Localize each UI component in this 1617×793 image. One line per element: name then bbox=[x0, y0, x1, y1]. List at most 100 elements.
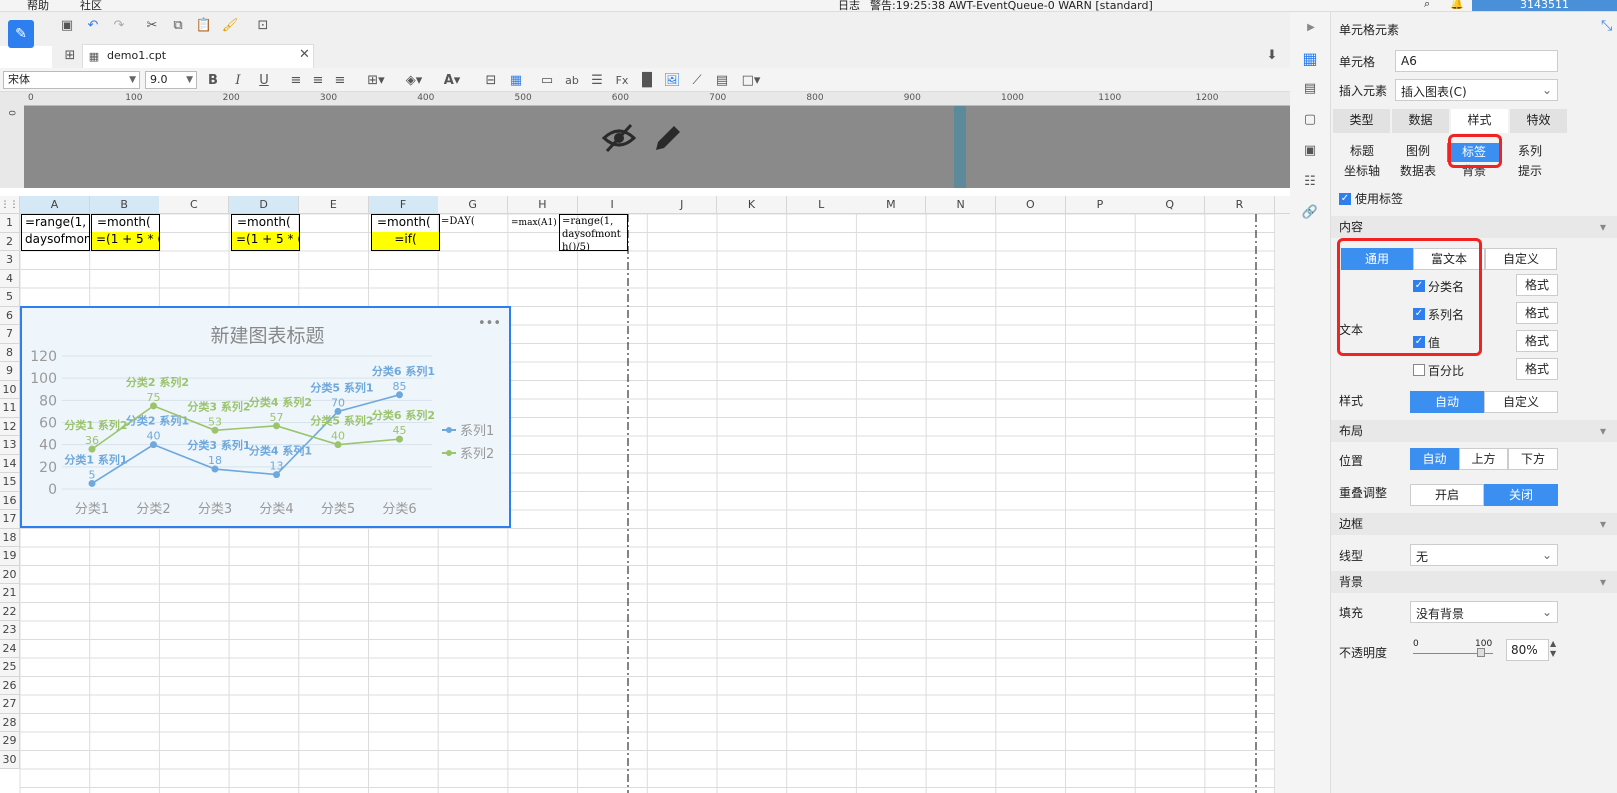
row-header-26[interactable]: 26 bbox=[0, 676, 20, 695]
format-brush-icon[interactable]: 🖌 bbox=[221, 16, 239, 34]
background-header[interactable]: 背景 bbox=[1331, 571, 1617, 593]
column-header-e[interactable]: E bbox=[298, 196, 369, 214]
overlap-on-button[interactable]: 开启 bbox=[1410, 484, 1484, 506]
cell-d1[interactable]: =month( bbox=[231, 214, 300, 232]
column-header-m[interactable]: M bbox=[856, 196, 927, 214]
cell-field[interactable]: A6 bbox=[1395, 50, 1558, 72]
cell-g1[interactable]: =DAY( bbox=[441, 216, 510, 232]
subtab-title[interactable]: 标题 bbox=[1335, 143, 1389, 162]
row-header-15[interactable]: 15 bbox=[0, 473, 20, 492]
font-family-select[interactable]: 宋体 ▼ bbox=[3, 71, 140, 89]
element-icon[interactable]: ▢ bbox=[1300, 109, 1320, 129]
category-name-format-button[interactable]: 格式 bbox=[1516, 274, 1558, 296]
condition-icon[interactable]: ▤ bbox=[1300, 78, 1320, 98]
select-all-corner[interactable]: ⋮⋮ bbox=[0, 196, 20, 214]
opacity-slider-handle[interactable] bbox=[1477, 648, 1485, 657]
row-header-30[interactable]: 30 bbox=[0, 750, 20, 769]
align-left-icon[interactable]: ≡ bbox=[287, 71, 305, 89]
image-icon[interactable]: 🖼 bbox=[663, 71, 681, 89]
content-tab-custom[interactable]: 自定义 bbox=[1485, 248, 1557, 270]
list-icon[interactable]: ☷ bbox=[1300, 171, 1320, 191]
cell-d2[interactable]: =(1 + 5 * ( bbox=[231, 232, 300, 251]
column-header-l[interactable]: L bbox=[786, 196, 857, 214]
font-size-select[interactable]: 9.0 ▼ bbox=[145, 71, 197, 89]
shape-icon[interactable]: □▾ bbox=[738, 71, 764, 89]
cut-icon[interactable]: ✂ bbox=[143, 16, 161, 34]
subreport-icon[interactable]: ▤ bbox=[713, 71, 731, 89]
bell-icon[interactable]: 🔔 bbox=[1450, 0, 1464, 10]
content-header[interactable]: 内容 bbox=[1331, 216, 1617, 238]
cell-b1[interactable]: =month( bbox=[91, 214, 160, 232]
cell-attr-icon[interactable]: ▦ bbox=[1300, 48, 1320, 68]
legend-entry[interactable]: 系列2 bbox=[460, 447, 494, 462]
row-header-23[interactable]: 23 bbox=[0, 621, 20, 640]
percent-format-button[interactable]: 格式 bbox=[1516, 358, 1558, 380]
underline-icon[interactable]: U bbox=[255, 71, 273, 89]
rich-text-icon[interactable]: ☰ bbox=[588, 71, 606, 89]
legend-entry[interactable]: 系列1 bbox=[460, 424, 494, 439]
column-header-b[interactable]: B bbox=[89, 196, 160, 214]
row-header-22[interactable]: 22 bbox=[0, 602, 20, 621]
cell-i1[interactable]: =range(1, daysofmont h()/5) bbox=[559, 214, 628, 251]
border-header[interactable]: 边框 bbox=[1331, 513, 1617, 535]
align-right-icon[interactable]: ≡ bbox=[331, 71, 349, 89]
subtab-tooltip[interactable]: 提示 bbox=[1503, 163, 1557, 182]
user-id-badge[interactable]: 3143511 bbox=[1472, 0, 1617, 11]
row-header-20[interactable]: 20 bbox=[0, 565, 20, 584]
column-header-d[interactable]: D bbox=[229, 196, 300, 214]
column-header-j[interactable]: J bbox=[647, 196, 718, 214]
row-header-3[interactable]: 3 bbox=[0, 251, 20, 270]
position-auto-button[interactable]: 自动 bbox=[1410, 448, 1459, 470]
cell-b2[interactable]: =(1 + 5 * ( bbox=[91, 232, 160, 251]
edit-pencil-icon[interactable] bbox=[652, 122, 684, 154]
cell-h1[interactable]: =max(A1) bbox=[511, 218, 559, 234]
use-label-checkbox[interactable]: ✓ bbox=[1339, 193, 1351, 205]
column-header-p[interactable]: P bbox=[1065, 196, 1136, 214]
italic-icon[interactable]: I bbox=[229, 71, 247, 89]
row-header-25[interactable]: 25 bbox=[0, 658, 20, 677]
undo-icon[interactable]: ↶ bbox=[84, 16, 102, 34]
linetype-select[interactable]: 无 ⌄ bbox=[1410, 544, 1558, 566]
row-header-24[interactable]: 24 bbox=[0, 639, 20, 658]
font-color-icon[interactable]: A▾ bbox=[438, 71, 466, 89]
column-header-q[interactable]: Q bbox=[1135, 196, 1206, 214]
value-format-button[interactable]: 格式 bbox=[1516, 330, 1558, 352]
tab-data[interactable]: 数据 bbox=[1392, 109, 1449, 133]
menu-community[interactable]: 社区 bbox=[80, 0, 102, 11]
cell-a2[interactable]: daysofmon bbox=[21, 232, 90, 251]
column-header-k[interactable]: K bbox=[717, 196, 787, 214]
subtab-series[interactable]: 系列 bbox=[1503, 143, 1557, 162]
opacity-stepper[interactable]: ▲ ▼ bbox=[1550, 639, 1556, 659]
column-header-n[interactable]: N bbox=[926, 196, 997, 214]
align-center-icon[interactable]: ≡ bbox=[309, 71, 327, 89]
log-link[interactable]: 日志 bbox=[838, 0, 860, 11]
save-icon[interactable]: ▣ bbox=[58, 16, 76, 34]
tab-style[interactable]: 样式 bbox=[1451, 109, 1508, 133]
merge-icon[interactable]: ▭ bbox=[538, 71, 556, 89]
tab-type[interactable]: 类型 bbox=[1333, 109, 1390, 133]
column-header-g[interactable]: G bbox=[438, 196, 509, 214]
row-header-16[interactable]: 16 bbox=[0, 491, 20, 510]
close-icon[interactable]: ✕ bbox=[299, 47, 310, 62]
border-icon[interactable]: ⊞▾ bbox=[362, 71, 390, 89]
column-header-a[interactable]: A bbox=[20, 196, 90, 214]
column-header-h[interactable]: H bbox=[507, 196, 578, 214]
row-header-10[interactable]: 10 bbox=[0, 380, 20, 399]
row-header-17[interactable]: 17 bbox=[0, 510, 20, 529]
row-header-21[interactable]: 21 bbox=[0, 584, 20, 603]
row-header-1[interactable]: 1 bbox=[0, 214, 20, 233]
column-header-o[interactable]: O bbox=[995, 196, 1066, 214]
search-icon[interactable]: ⌕ bbox=[1424, 0, 1430, 11]
row-header-14[interactable]: 14 bbox=[0, 454, 20, 473]
template-icon[interactable]: ✎ bbox=[8, 20, 34, 48]
subtab-legend[interactable]: 图例 bbox=[1391, 143, 1445, 162]
slash-icon[interactable]: ⟋ bbox=[688, 71, 706, 89]
tab-menu-icon[interactable]: ⬇ bbox=[1264, 47, 1280, 63]
layout-header[interactable]: 布局 bbox=[1331, 420, 1617, 442]
row-header-6[interactable]: 6 bbox=[0, 306, 20, 325]
row-header-27[interactable]: 27 bbox=[0, 695, 20, 714]
position-bottom-button[interactable]: 下方 bbox=[1508, 448, 1558, 470]
dock-icon[interactable]: ⤡ bbox=[1601, 18, 1612, 34]
header-preview-area[interactable] bbox=[24, 106, 1290, 188]
widget-icon[interactable]: ▣ bbox=[1300, 140, 1320, 160]
